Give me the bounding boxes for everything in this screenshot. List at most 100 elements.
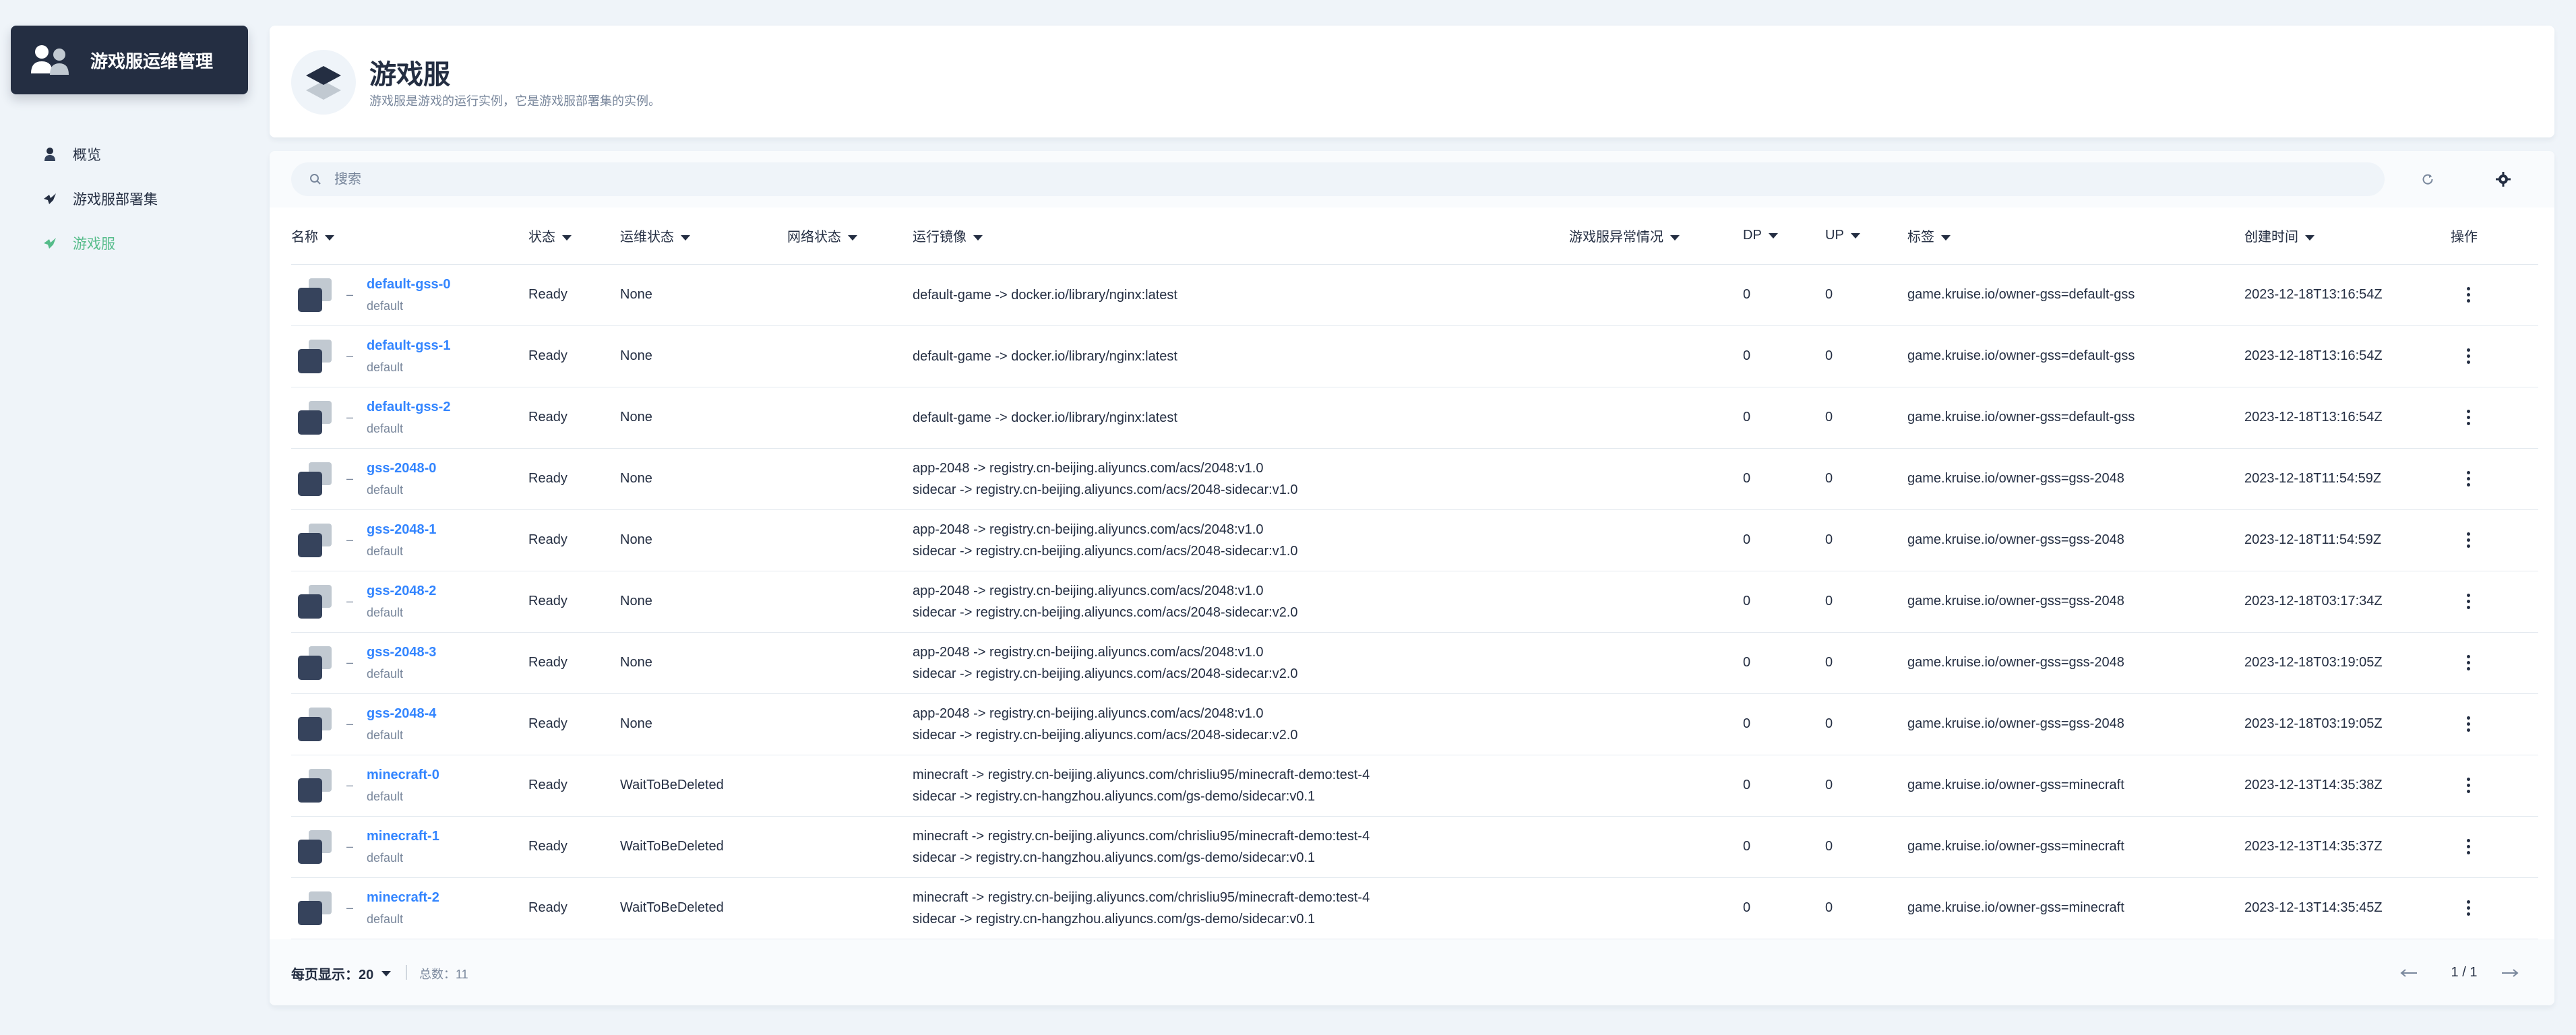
page-header: 游戏服 游戏服是游戏的运行实例，它是游戏服部署集的实例。: [270, 26, 2554, 137]
sidebar-item-overview[interactable]: 概览: [40, 132, 158, 177]
arrow-left-icon: [2400, 969, 2417, 977]
table-row[interactable]: – minecraft-1 default Ready WaitToBeDeleted m…: [291, 816, 2538, 878]
cell-dp: 0: [1743, 571, 1825, 633]
cell-up: 0: [1825, 816, 1907, 878]
image-line: app-2048 -> registry.cn-beijing.aliyuncs…: [913, 460, 1264, 476]
cell-created: 2023-12-13T14:35:45Z: [2244, 877, 2451, 939]
image-line: app-2048 -> registry.cn-beijing.aliyuncs…: [913, 705, 1264, 721]
more-actions-icon[interactable]: [2455, 650, 2482, 677]
sidebar-item-gs[interactable]: 游戏服: [40, 221, 158, 265]
more-actions-icon[interactable]: [2455, 834, 2482, 860]
indicator-dash: –: [346, 349, 354, 363]
gameserver-name-link[interactable]: default-gss-0: [367, 277, 450, 292]
table-row[interactable]: – gss-2048-1 default Ready None app-2048 -> r…: [291, 509, 2538, 571]
cell-label: game.kruise.io/owner-gss=default-gss: [1907, 325, 2244, 387]
cell-status: Ready: [528, 325, 620, 387]
table-row[interactable]: – minecraft-2 default Ready WaitToBeDeleted m…: [291, 877, 2538, 939]
col-header-labels[interactable]: 标签: [1907, 208, 2244, 265]
refresh-button[interactable]: [2414, 166, 2441, 193]
cell-anomaly: [1569, 571, 1743, 633]
table-row[interactable]: – gss-2048-4 default Ready None app-2048 -> r…: [291, 693, 2538, 755]
search-input[interactable]: [334, 171, 2289, 187]
namespace-label: default: [367, 666, 404, 681]
cell-label: game.kruise.io/owner-gss=gss-2048: [1907, 448, 2244, 510]
cell-up: 0: [1825, 877, 1907, 939]
col-header-name[interactable]: 名称: [291, 208, 528, 265]
cell-dp: 0: [1743, 877, 1825, 939]
gameserver-name-link[interactable]: gss-2048-1: [367, 522, 436, 538]
brand-header[interactable]: 游戏服运维管理: [11, 26, 248, 94]
image-line: sidecar -> registry.cn-beijing.aliyuncs.…: [913, 727, 1298, 743]
gameserver-name-link[interactable]: minecraft-1: [367, 829, 439, 844]
cell-dp: 0: [1743, 264, 1825, 326]
cell-dp: 0: [1743, 632, 1825, 694]
sidebar-item-gss[interactable]: 游戏服部署集: [40, 177, 158, 221]
cell-image: minecraft -> registry.cn-beijing.aliyunc…: [913, 877, 1569, 939]
next-page-button[interactable]: [2498, 961, 2522, 985]
table-row[interactable]: – default-gss-2 default Ready None default-ga…: [291, 387, 2538, 449]
more-actions-icon[interactable]: [2455, 404, 2482, 431]
table-row[interactable]: – minecraft-0 default Ready WaitToBeDeleted m…: [291, 755, 2538, 817]
prev-page-button[interactable]: [2397, 961, 2421, 985]
gameserver-name-link[interactable]: minecraft-2: [367, 890, 439, 906]
table-toolbar: [270, 151, 2554, 208]
more-actions-icon[interactable]: [2455, 772, 2482, 799]
cell-label: game.kruise.io/owner-gss=minecraft: [1907, 816, 2244, 878]
table-row[interactable]: – gss-2048-0 default Ready None app-2048 -> r…: [291, 448, 2538, 510]
gameserver-name-link[interactable]: default-gss-2: [367, 400, 450, 415]
table-row[interactable]: – gss-2048-3 default Ready None app-2048 -> r…: [291, 632, 2538, 694]
col-header-up[interactable]: UP: [1825, 208, 1907, 265]
more-actions-icon[interactable]: [2455, 466, 2482, 493]
col-header-status[interactable]: 状态: [528, 208, 620, 265]
col-header-dp[interactable]: DP: [1743, 208, 1825, 265]
more-actions-icon[interactable]: [2455, 895, 2482, 922]
total-count: 总数：11: [419, 968, 468, 981]
search-bar[interactable]: [291, 162, 2385, 196]
more-actions-icon[interactable]: [2455, 588, 2482, 615]
namespace-label: default: [367, 912, 404, 926]
cell-image: app-2048 -> registry.cn-beijing.aliyuncs…: [913, 509, 1569, 571]
gameserver-name-link[interactable]: gss-2048-0: [367, 461, 436, 476]
cell-anomaly: [1569, 448, 1743, 510]
image-line: sidecar -> registry.cn-beijing.aliyuncs.…: [913, 543, 1298, 559]
cell-dp: 0: [1743, 816, 1825, 878]
table-row[interactable]: – default-gss-0 default Ready None default-ga…: [291, 264, 2538, 326]
table-footer: 每页显示：20 总数：11 1 / 1: [270, 939, 2554, 1005]
cell-up: 0: [1825, 509, 1907, 571]
gameserver-name-link[interactable]: minecraft-0: [367, 767, 439, 783]
table-row[interactable]: – gss-2048-2 default Ready None app-2048 -> r…: [291, 571, 2538, 633]
cell-anomaly: [1569, 264, 1743, 326]
cell-actions: [2451, 325, 2538, 387]
indicator-dash: –: [346, 594, 354, 608]
namespace-label: default: [367, 789, 404, 803]
table-row[interactable]: – default-gss-1 default Ready None default-ga…: [291, 325, 2538, 387]
cell-actions: [2451, 632, 2538, 694]
col-header-created[interactable]: 创建时间: [2244, 208, 2451, 265]
col-header-image[interactable]: 运行镜像: [913, 208, 1569, 265]
more-actions-icon[interactable]: [2455, 282, 2482, 309]
more-actions-icon[interactable]: [2455, 343, 2482, 370]
col-header-anomaly[interactable]: 游戏服异常情况: [1569, 208, 1743, 265]
image-line: app-2048 -> registry.cn-beijing.aliyuncs…: [913, 522, 1264, 537]
cell-ops-state: WaitToBeDeleted: [620, 755, 787, 817]
gameserver-name-link[interactable]: default-gss-1: [367, 338, 450, 354]
gameserver-name-link[interactable]: gss-2048-4: [367, 706, 436, 722]
gameserver-name-link[interactable]: gss-2048-3: [367, 645, 436, 660]
gameserver-icon: [298, 891, 332, 925]
page-size-select[interactable]: 每页显示：20: [291, 964, 392, 983]
cell-name: – default-gss-0 default: [291, 264, 528, 326]
more-actions-icon[interactable]: [2455, 527, 2482, 554]
settings-button[interactable]: [2490, 166, 2517, 193]
cell-created: 2023-12-13T14:35:37Z: [2244, 816, 2451, 878]
cell-status: Ready: [528, 877, 620, 939]
more-actions-icon[interactable]: [2455, 711, 2482, 738]
arrow-right-icon: [2502, 969, 2519, 977]
user-icon: [40, 145, 59, 164]
namespace-label: default: [367, 360, 404, 374]
col-header-network-state[interactable]: 网络状态: [787, 208, 913, 265]
sidebar-item-label: 游戏服部署集: [73, 192, 158, 208]
col-header-ops-state[interactable]: 运维状态: [620, 208, 787, 265]
indicator-dash: –: [346, 288, 354, 301]
divider: [406, 965, 407, 980]
gameserver-name-link[interactable]: gss-2048-2: [367, 584, 436, 599]
